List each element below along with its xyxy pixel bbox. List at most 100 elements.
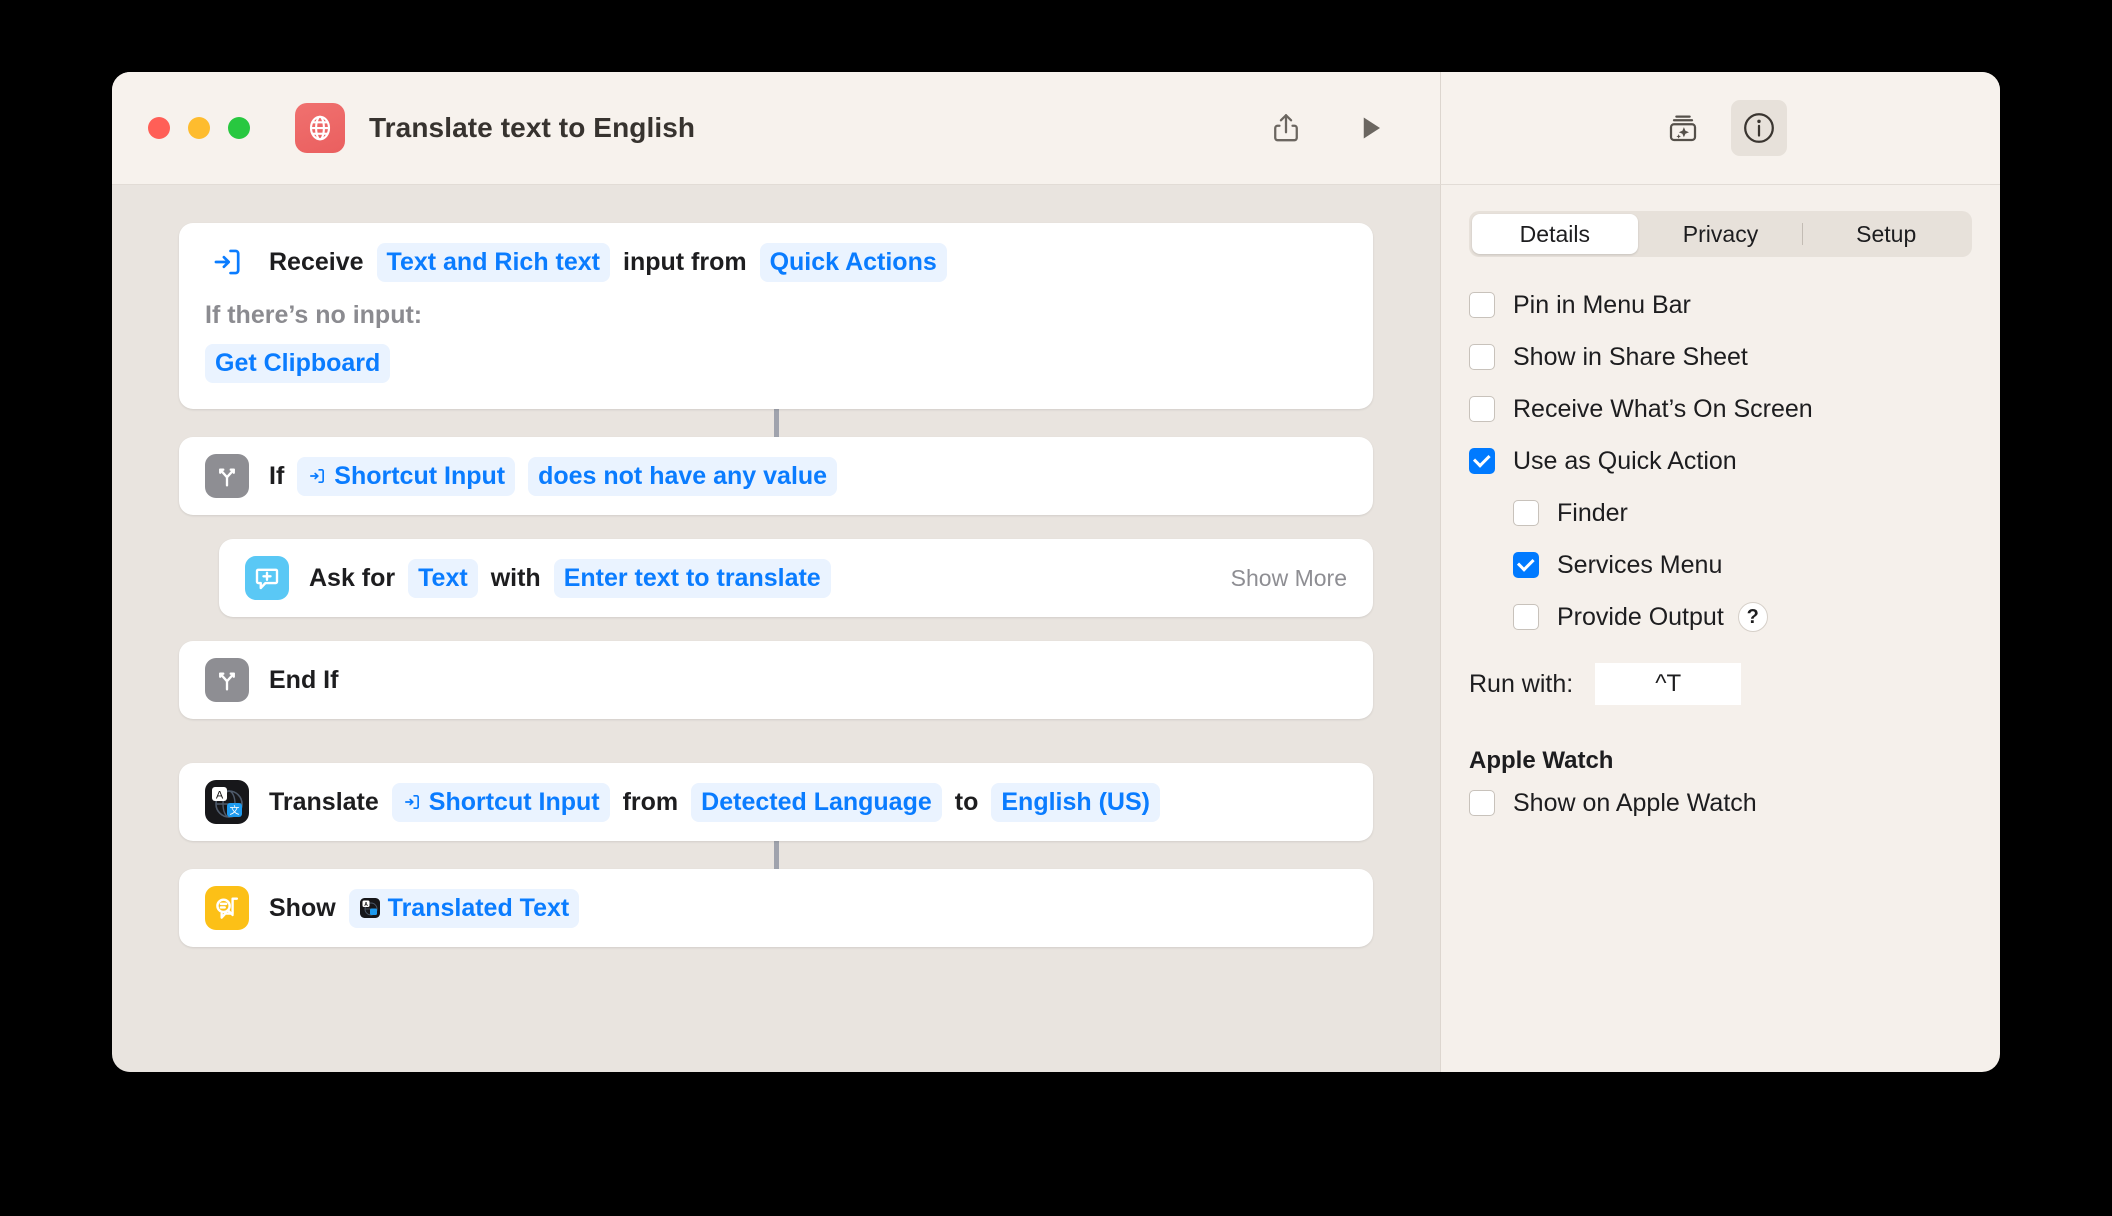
share-icon[interactable]	[1258, 100, 1314, 156]
show-variable-token[interactable]: A Translated Text	[348, 888, 580, 928]
titlebar-inspector-section	[1440, 72, 2000, 185]
receive-mid-text: input from	[623, 247, 747, 276]
checkbox-row-use-as-quick-action[interactable]: Use as Quick Action	[1469, 437, 1972, 485]
receive-lead-text: Receive	[269, 247, 364, 276]
if-lead-text: If	[269, 461, 285, 490]
checkbox-label-pin-in-menu-bar: Pin in Menu Bar	[1513, 290, 1691, 319]
show-row: Show A Translated Text	[179, 869, 1373, 947]
translated-text-glyph: A	[359, 898, 380, 918]
help-icon[interactable]: ?	[1737, 602, 1768, 632]
show-more-button[interactable]: Show More	[1231, 565, 1347, 592]
receive-input-icon	[205, 240, 249, 284]
run-with-row: Run with: ^T	[1469, 663, 1972, 705]
checkbox-row-show-on-apple-watch[interactable]: Show on Apple Watch	[1469, 779, 1972, 827]
checkbox-row-show-in-share-sheet[interactable]: Show in Share Sheet	[1469, 333, 1972, 381]
ask-row: Ask for Text with Enter text to translat…	[219, 539, 1373, 617]
if-variable-token[interactable]: Shortcut Input	[297, 456, 516, 496]
action-connector	[773, 409, 779, 437]
checkbox-label-show-on-apple-watch: Show on Apple Watch	[1513, 788, 1757, 817]
fork-icon	[205, 454, 249, 498]
action-card-ask[interactable]: Ask for Text with Enter text to translat…	[219, 539, 1373, 617]
if-condition-token[interactable]: does not have any value	[528, 456, 838, 496]
translate-source-token[interactable]: Shortcut Input	[391, 782, 610, 822]
ask-type-token[interactable]: Text	[408, 558, 478, 598]
traffic-lights	[148, 117, 250, 139]
svg-text:A: A	[216, 789, 224, 801]
window-body: Receive Text and Rich text input from Qu…	[112, 185, 2000, 1072]
run-with-shortcut-field[interactable]: ^T	[1595, 663, 1742, 705]
svg-text:文: 文	[230, 804, 240, 817]
ask-input-icon	[245, 556, 289, 600]
shortcuts-window: Translate text to English Receive Text a…	[112, 72, 2000, 1072]
tab-details[interactable]: Details	[1472, 214, 1638, 254]
ask-lead-text: Ask for	[309, 563, 396, 592]
shortcut-input-glyph	[310, 469, 325, 483]
receive-input-type-token[interactable]: Text and Rich text	[376, 242, 610, 282]
translate-from-text: from	[622, 787, 679, 816]
translate-to-language-token[interactable]: English (US)	[991, 782, 1160, 822]
titlebar-main-section: Translate text to English	[112, 72, 1440, 185]
checkbox-show-on-apple-watch[interactable]	[1469, 790, 1495, 816]
translate-lead-text: Translate	[269, 787, 379, 816]
action-card-endif[interactable]: End If	[179, 641, 1373, 719]
translate-source-label: Shortcut Input	[428, 787, 600, 816]
endif-lead-text: End If	[269, 665, 339, 694]
window-titlebar: Translate text to English	[112, 72, 2000, 185]
tab-setup[interactable]: Setup	[1803, 214, 1969, 254]
shortcut-input-glyph	[404, 795, 419, 809]
show-lead-text: Show	[269, 893, 336, 922]
checkbox-finder[interactable]	[1513, 500, 1539, 526]
run-with-label: Run with:	[1469, 669, 1574, 698]
close-button[interactable]	[148, 117, 170, 139]
zoom-button[interactable]	[228, 117, 250, 139]
checkbox-show-in-share-sheet[interactable]	[1469, 344, 1495, 370]
checkbox-row-finder[interactable]: Finder	[1469, 489, 1972, 537]
action-card-receive[interactable]: Receive Text and Rich text input from Qu…	[179, 223, 1373, 409]
checkbox-services-menu[interactable]	[1513, 552, 1539, 578]
translate-row: A 文 Translate Shortcut Input from Detect…	[179, 763, 1373, 841]
translate-to-text: to	[954, 787, 979, 816]
page-title: Translate text to English	[369, 112, 696, 143]
checkbox-label-use-as-quick-action: Use as Quick Action	[1513, 446, 1737, 475]
action-card-if[interactable]: If Shortcut Input does not have any valu…	[179, 437, 1373, 515]
globe-icon	[295, 103, 345, 153]
ask-prompt-token[interactable]: Enter text to translate	[553, 558, 831, 598]
no-input-label: If there’s no input:	[205, 301, 423, 329]
translate-from-language-token[interactable]: Detected Language	[691, 782, 942, 822]
show-result-icon	[205, 886, 249, 930]
no-input-fallback-token[interactable]: Get Clipboard	[205, 344, 391, 383]
tab-privacy[interactable]: Privacy	[1638, 214, 1804, 254]
inspector-tabs: Details Privacy Setup	[1469, 211, 1972, 257]
inspector-sidebar: Details Privacy Setup Pin in Menu Bar Sh…	[1440, 185, 2000, 1072]
add-action-sparkle-icon[interactable]	[1655, 100, 1711, 156]
info-icon[interactable]	[1730, 100, 1787, 156]
checkbox-provide-output[interactable]	[1513, 604, 1539, 630]
checkbox-receive-whats-on-screen[interactable]	[1469, 396, 1495, 422]
shortcut-canvas: Receive Text and Rich text input from Qu…	[112, 185, 1440, 1072]
show-variable-label: Translated Text	[387, 893, 570, 922]
receive-row: Receive Text and Rich text input from Qu…	[179, 223, 1373, 301]
play-icon[interactable]	[1342, 100, 1398, 156]
checkbox-label-provide-output: Provide Output	[1557, 602, 1724, 631]
if-variable-label: Shortcut Input	[334, 461, 506, 490]
ask-mid-text: with	[490, 563, 541, 592]
translate-glyph: A 文	[212, 787, 243, 818]
minimize-button[interactable]	[188, 117, 210, 139]
checkbox-row-services-menu[interactable]: Services Menu	[1469, 541, 1972, 589]
checkbox-use-as-quick-action[interactable]	[1469, 448, 1495, 474]
receive-source-token[interactable]: Quick Actions	[759, 242, 947, 282]
checkbox-label-services-menu: Services Menu	[1557, 550, 1723, 579]
checkbox-pin-in-menu-bar[interactable]	[1469, 292, 1495, 318]
svg-text:A: A	[364, 902, 368, 908]
endif-row: End If	[179, 641, 1373, 719]
checkbox-label-finder: Finder	[1557, 498, 1628, 527]
checkbox-row-receive-whats-on-screen[interactable]: Receive What’s On Screen	[1469, 385, 1972, 433]
translate-icon: A 文	[205, 780, 249, 824]
action-card-translate[interactable]: A 文 Translate Shortcut Input from Detect…	[179, 763, 1373, 841]
checkbox-row-pin-in-menu-bar[interactable]: Pin in Menu Bar	[1469, 281, 1972, 329]
action-card-show[interactable]: Show A Translated Text	[179, 869, 1373, 947]
checkbox-label-receive-whats-on-screen: Receive What’s On Screen	[1513, 394, 1813, 423]
checkbox-row-provide-output[interactable]: Provide Output ?	[1469, 593, 1972, 641]
checkbox-label-show-in-share-sheet: Show in Share Sheet	[1513, 342, 1748, 371]
tab-privacy-label: Privacy	[1682, 221, 1759, 247]
